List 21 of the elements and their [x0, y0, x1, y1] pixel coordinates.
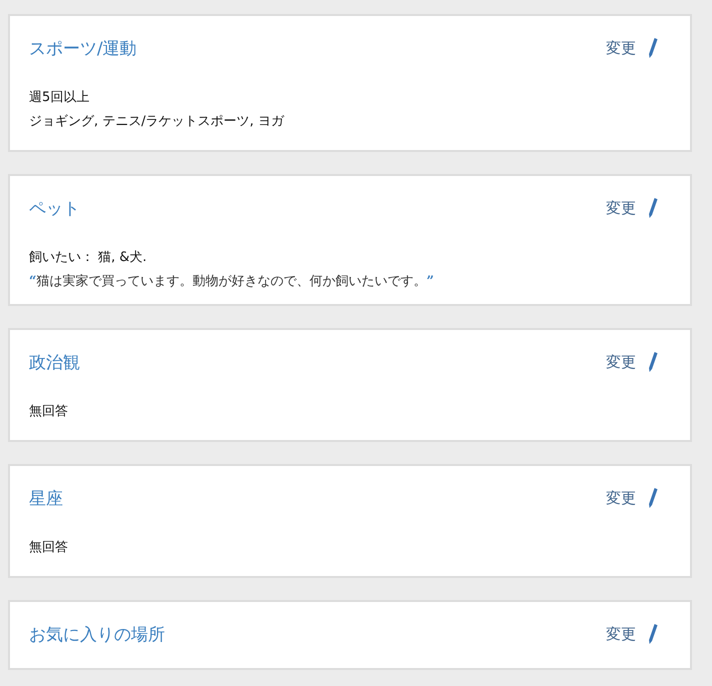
- section-title: 政治観: [29, 352, 80, 374]
- answer-text: 無回答: [29, 539, 69, 556]
- section-title: ペット: [29, 198, 80, 220]
- edit-button[interactable]: 変更: [606, 623, 658, 645]
- pencil-icon: [648, 623, 658, 645]
- answer-text: ジョギング, テニス/ラケットスポーツ, ヨガ: [29, 113, 286, 130]
- answer-text: 飼いたい： 猫, &犬.: [29, 249, 148, 266]
- answer-text: 週5回以上: [29, 89, 90, 106]
- edit-button[interactable]: 変更: [606, 351, 658, 373]
- section-title: スポーツ/運動: [29, 38, 137, 60]
- section-title: お気に入りの場所: [29, 624, 165, 646]
- pencil-icon: [648, 487, 658, 509]
- pencil-icon: [648, 351, 658, 373]
- quote-text: “猫は実家で買っています。動物が好きなので、何か飼いたいです。”: [29, 273, 435, 290]
- edit-button[interactable]: 変更: [606, 487, 658, 509]
- section-title: 星座: [29, 488, 63, 510]
- edit-button[interactable]: 変更: [606, 37, 658, 59]
- pencil-icon: [648, 37, 658, 59]
- edit-button[interactable]: 変更: [606, 197, 658, 219]
- answer-text: 無回答: [29, 403, 69, 420]
- pencil-icon: [648, 197, 658, 219]
